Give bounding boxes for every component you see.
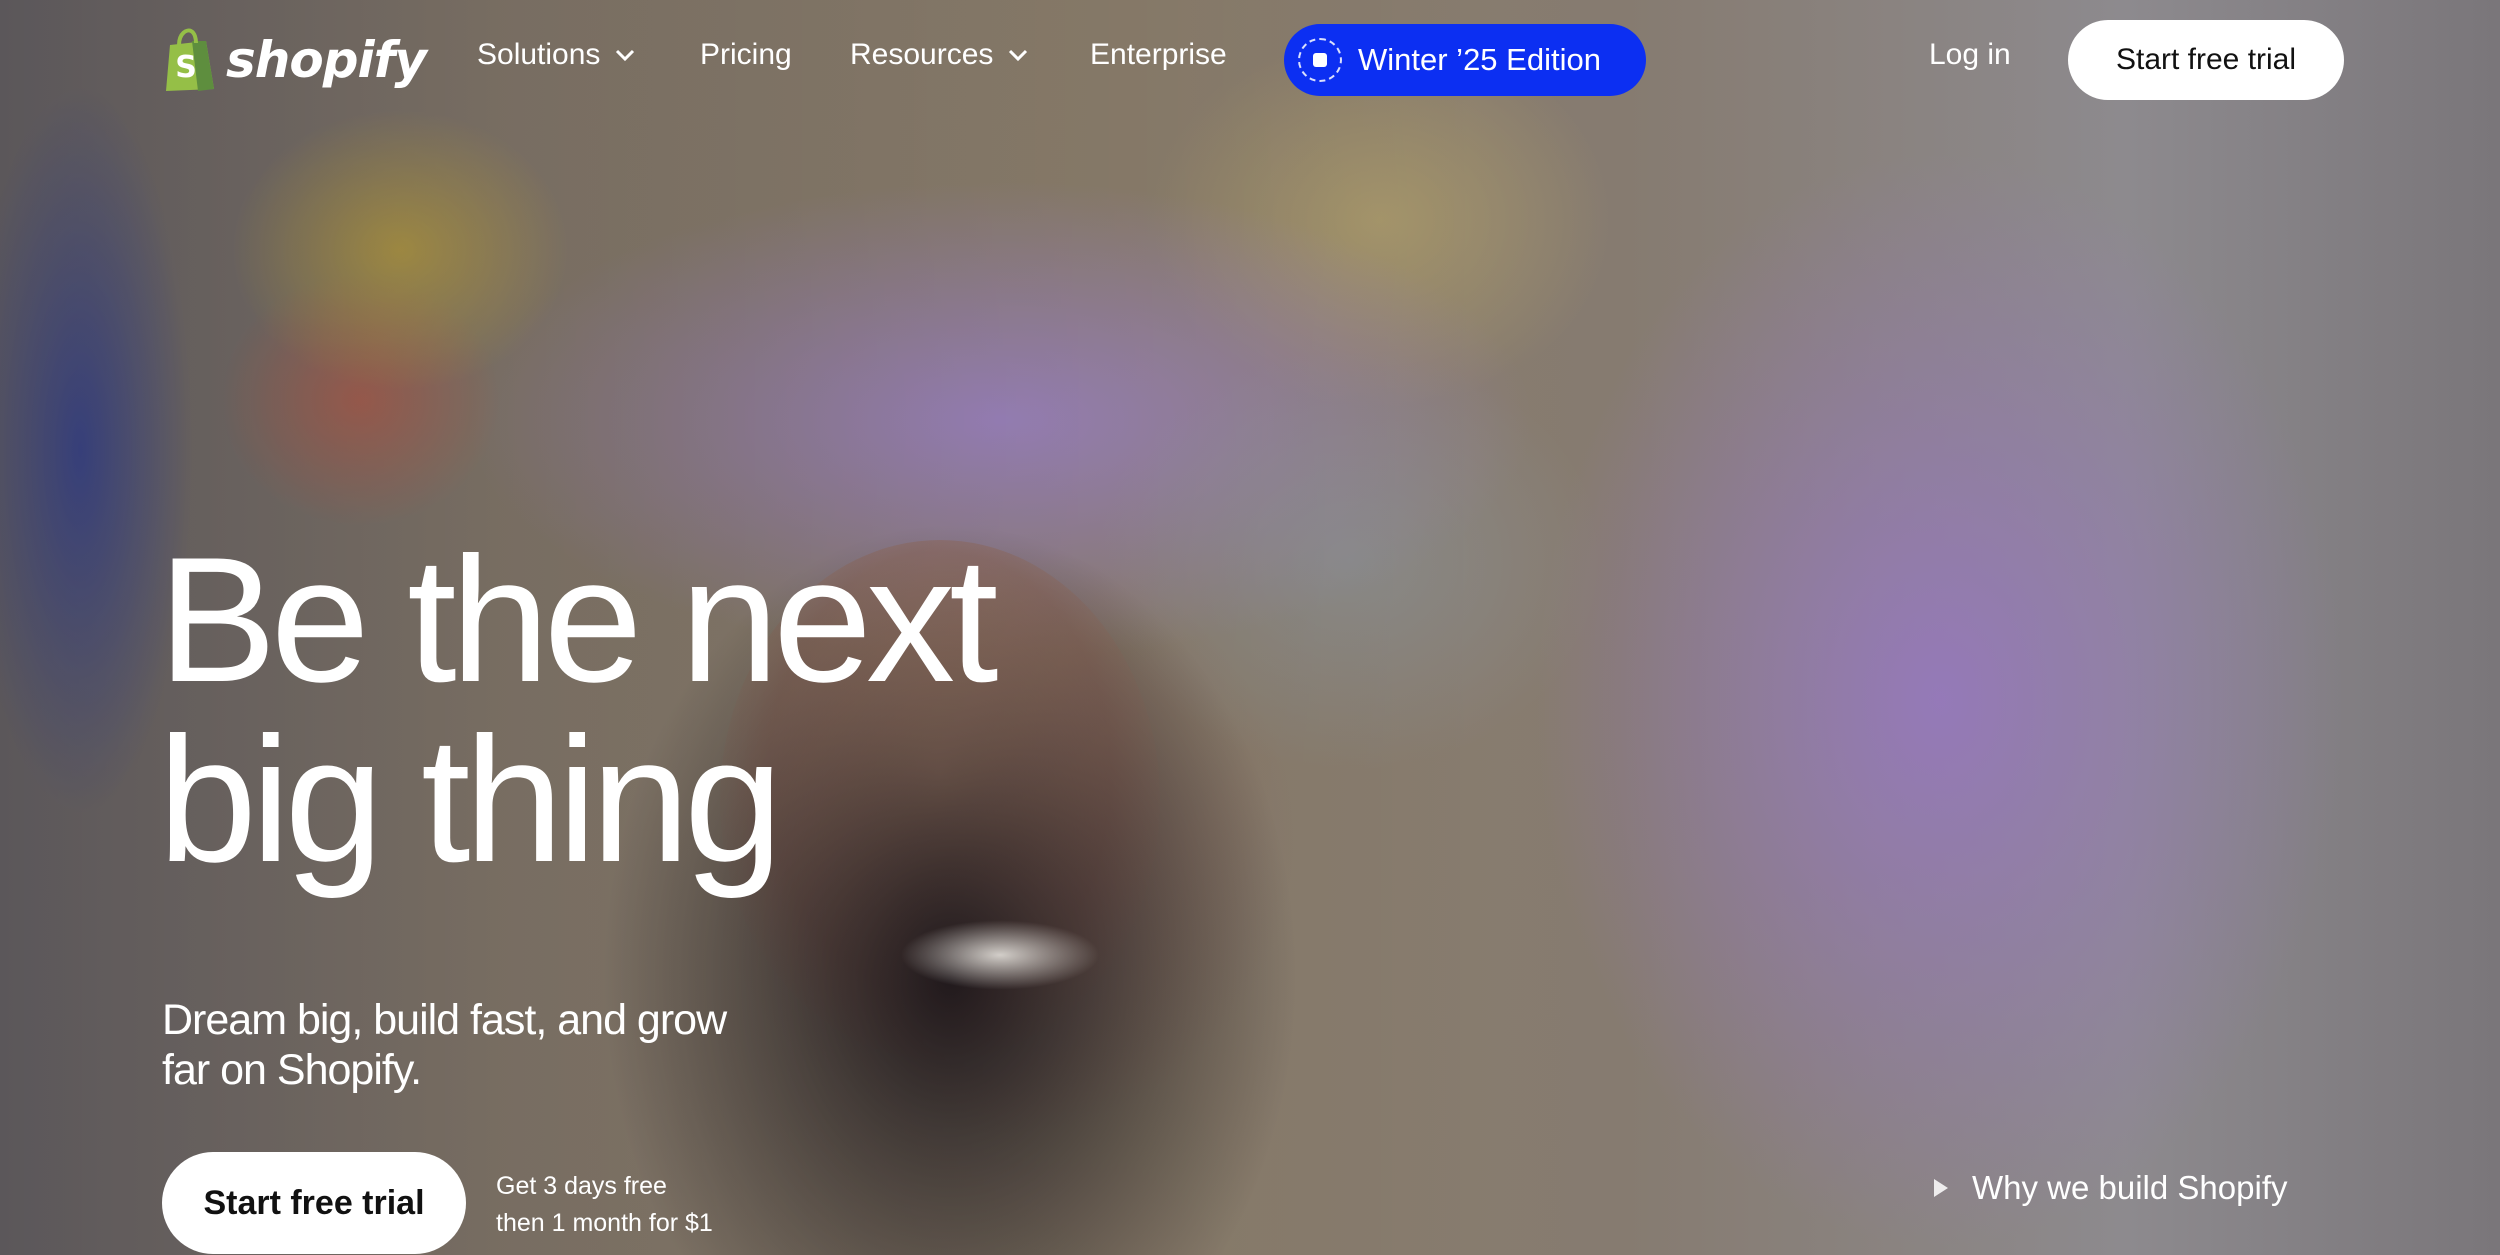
top-navigation: S shopify Solutions Pricing Resources En… [0,0,2500,120]
login-link[interactable]: Log in [1929,38,2011,72]
nav-pricing-label: Pricing [700,38,792,71]
play-icon [1934,1179,1948,1197]
svg-text:S: S [175,50,197,85]
hero-subtitle: Dream big, build fast, and grow far on S… [162,995,802,1095]
trial-offer-text: Get 3 days free then 1 month for $1 [496,1168,713,1242]
hero-title: Be the next big thing [158,530,1158,890]
chevron-down-icon [616,49,635,62]
nav-resources-label: Resources [850,38,994,71]
edition-label: Winter ’25 Edition [1358,42,1601,77]
hero-subtitle-line: Dream big, build fast, and grow [162,996,727,1044]
nav-solutions-label: Solutions [477,38,601,71]
shopify-logo[interactable]: S shopify [162,24,427,96]
brand-wordmark: shopify [226,31,427,89]
edition-badge-icon [1298,38,1342,82]
video-link-label: Why we build Shopify [1972,1169,2288,1206]
nav-enterprise[interactable]: Enterprise [1090,38,1227,72]
hero-subtitle-line: far on Shopify. [162,1046,422,1094]
offer-line: Get 3 days free [496,1172,667,1200]
winter-edition-button[interactable]: Winter ’25 Edition [1284,24,1646,96]
hero-title-line: big thing [158,700,783,899]
nav-pricing[interactable]: Pricing [700,38,792,72]
shopify-bag-icon: S [166,28,214,91]
why-we-build-video-link[interactable]: Why we build Shopify [1934,1169,2287,1207]
nav-enterprise-label: Enterprise [1090,38,1227,71]
start-free-trial-hero-button[interactable]: Start free trial [162,1152,466,1254]
nav-resources[interactable]: Resources [850,38,1029,72]
start-free-trial-nav-button[interactable]: Start free trial [2068,20,2344,100]
offer-line: then 1 month for $1 [496,1209,713,1237]
chevron-down-icon [1009,49,1028,62]
nav-solutions[interactable]: Solutions [477,38,636,72]
hero-title-line: Be the next [158,520,999,719]
